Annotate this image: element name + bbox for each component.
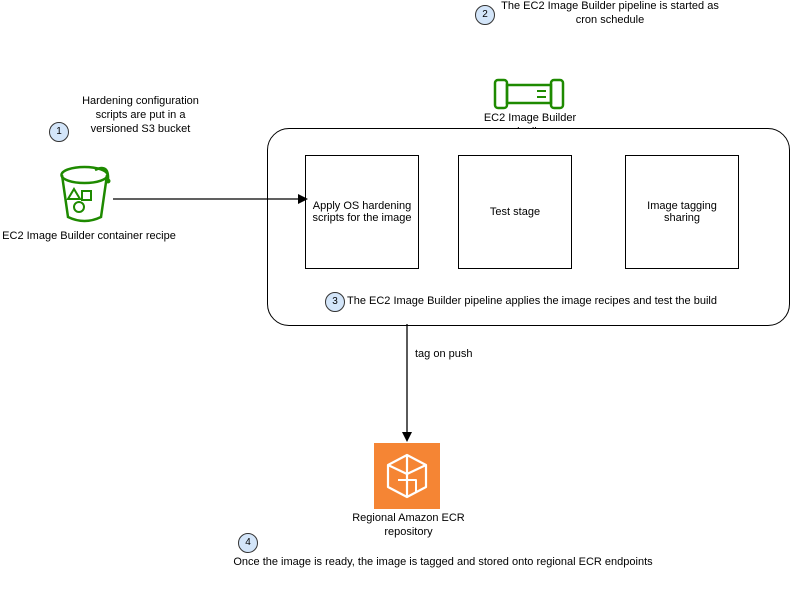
stage-apply-hardening: Apply OS hardening scripts for the image (305, 155, 419, 269)
recipe-label: EC2 Image Builder container recipe (0, 230, 178, 244)
pipeline-container: Apply OS hardening scripts for the image… (267, 128, 790, 326)
step-1-badge: 1 (49, 122, 69, 142)
arrow-label: tag on push (415, 348, 495, 362)
s3-bucket-icon (57, 165, 112, 230)
step-1-text: Hardening configuration scripts are put … (78, 95, 203, 136)
step-4-number: 4 (245, 537, 251, 548)
stage-b-text: Test stage (490, 206, 540, 218)
architecture-diagram: 2 The EC2 Image Builder pipeline is star… (0, 0, 808, 589)
step-4-text: Once the image is ready, the image is ta… (233, 556, 653, 570)
step-1-number: 1 (56, 126, 62, 137)
step-2-text: The EC2 Image Builder pipeline is starte… (500, 0, 720, 28)
ecr-label: Regional Amazon ECR repository (346, 512, 471, 540)
ecr-icon (374, 443, 440, 514)
stage-a-text: Apply OS hardening scripts for the image (310, 200, 414, 224)
arrow-recipe-to-pipeline (113, 192, 308, 206)
step-3-number: 3 (332, 296, 338, 307)
stage-tagging: Image tagging sharing (625, 155, 739, 269)
step-2-badge: 2 (475, 5, 495, 25)
step-3-badge: 3 (325, 292, 345, 312)
stage-test: Test stage (458, 155, 572, 269)
step-3-text: The EC2 Image Builder pipeline applies t… (347, 295, 717, 309)
pipeline-icon (493, 78, 565, 115)
step-4-badge: 4 (238, 533, 258, 553)
arrow-pipeline-to-ecr (397, 324, 417, 442)
step-2-number: 2 (482, 9, 488, 20)
stage-c-text: Image tagging sharing (630, 200, 734, 224)
